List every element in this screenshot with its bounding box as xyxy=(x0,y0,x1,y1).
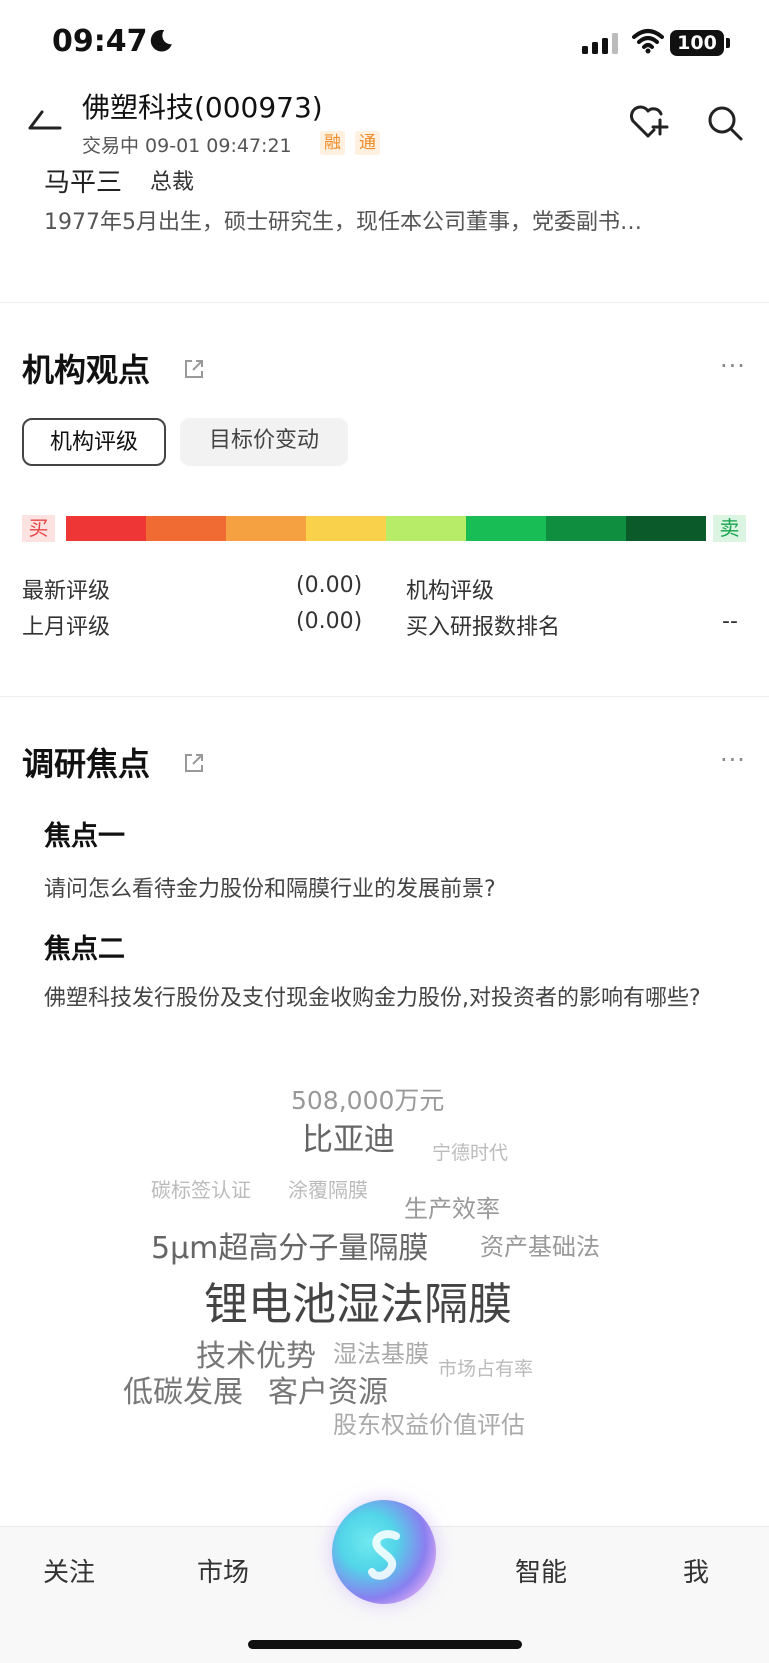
share-icon[interactable] xyxy=(182,751,206,775)
buy-report-rank-value: -- xyxy=(722,609,738,634)
focus-heading-1: 焦点一 xyxy=(44,821,125,852)
margin-trading-tag: 融 xyxy=(320,131,345,155)
rating-segment xyxy=(626,516,706,541)
keyword[interactable]: 508,000万元 xyxy=(291,1081,444,1117)
last-month-rating-label: 上月评级 xyxy=(22,615,111,640)
battery-indicator: 100 xyxy=(670,30,730,56)
latest-rating-value: (0.00) xyxy=(296,573,363,598)
nav-market[interactable]: 市场 xyxy=(197,1552,249,1589)
trading-status: 交易中 09-01 09:47:21 xyxy=(82,135,292,157)
keyword[interactable]: 宁德时代 xyxy=(432,1138,508,1165)
keyword[interactable]: 碳标签认证 xyxy=(151,1174,251,1203)
keyword[interactable]: 比亚迪 xyxy=(302,1114,395,1159)
focus-question-1[interactable]: 请问怎么看待金力股份和隔膜行业的发展前景? xyxy=(44,871,724,909)
keyword[interactable]: 湿法基膜 xyxy=(333,1334,429,1369)
rating-segment xyxy=(386,516,466,541)
rating-segment xyxy=(146,516,226,541)
nav-me[interactable]: 我 xyxy=(683,1552,709,1589)
connect-tag: 通 xyxy=(355,131,380,155)
last-month-rating-value: (0.00) xyxy=(296,609,363,634)
tab-target-price-change[interactable]: 目标价变动 xyxy=(180,418,348,466)
buy-label: 买 xyxy=(22,515,55,542)
sell-label: 卖 xyxy=(713,515,746,542)
rating-segment xyxy=(66,516,146,541)
more-options-icon[interactable]: ··· xyxy=(720,746,746,774)
keyword[interactable]: 5μm超高分子量隔膜 xyxy=(151,1223,428,1267)
search-icon[interactable] xyxy=(706,104,744,142)
home-indicator xyxy=(248,1640,522,1649)
nav-follow[interactable]: 关注 xyxy=(43,1552,95,1589)
keyword[interactable]: 低碳发展 xyxy=(123,1367,243,1411)
keyword[interactable]: 涂覆隔膜 xyxy=(288,1174,368,1203)
stock-title: 佛塑科技(000973) xyxy=(82,91,323,124)
rating-segment xyxy=(546,516,626,541)
focus-question-2[interactable]: 佛塑科技发行股份及支付现金收购金力股份,对投资者的影响有哪些? xyxy=(44,980,724,1018)
cellular-signal-icon xyxy=(582,33,618,54)
moon-icon xyxy=(150,29,172,52)
back-arrow-icon[interactable] xyxy=(28,106,62,136)
status-time: 09:47 xyxy=(52,24,148,59)
institution-rating-label: 机构评级 xyxy=(406,579,495,604)
institution-views-title: 机构观点 xyxy=(22,351,151,389)
nav-smart[interactable]: 智能 xyxy=(515,1552,567,1589)
keyword[interactable]: 市场占有率 xyxy=(438,1354,533,1381)
rating-scale-bar xyxy=(66,516,706,541)
executive-role: 总裁 xyxy=(150,170,195,195)
keyword[interactable]: 资产基础法 xyxy=(480,1227,600,1262)
keyword[interactable]: 锂电池湿法隔膜 xyxy=(204,1268,512,1332)
keyword[interactable]: 股东权益价值评估 xyxy=(333,1405,525,1440)
latest-rating-label: 最新评级 xyxy=(22,579,111,604)
keyword[interactable]: 生产效率 xyxy=(404,1189,500,1224)
section-divider xyxy=(0,696,769,697)
focus-heading-2: 焦点二 xyxy=(44,934,125,965)
share-icon[interactable] xyxy=(182,357,206,381)
section-divider xyxy=(0,302,769,303)
rating-segment xyxy=(226,516,306,541)
tab-institution-rating[interactable]: 机构评级 xyxy=(22,418,166,466)
research-focus-title: 调研焦点 xyxy=(22,745,151,783)
executive-description[interactable]: 1977年5月出生，硕士研究生，现任本公司董事，党委副书… xyxy=(44,204,734,236)
wifi-icon xyxy=(632,29,664,54)
more-options-icon[interactable]: ··· xyxy=(720,352,746,380)
buy-report-rank-label: 买入研报数排名 xyxy=(406,615,561,640)
ai-assistant-logo-icon xyxy=(368,1530,400,1580)
executive-name: 马平三 xyxy=(44,168,123,198)
rating-segment xyxy=(306,516,386,541)
add-favorite-icon[interactable] xyxy=(627,102,669,142)
rating-segment xyxy=(466,516,546,541)
